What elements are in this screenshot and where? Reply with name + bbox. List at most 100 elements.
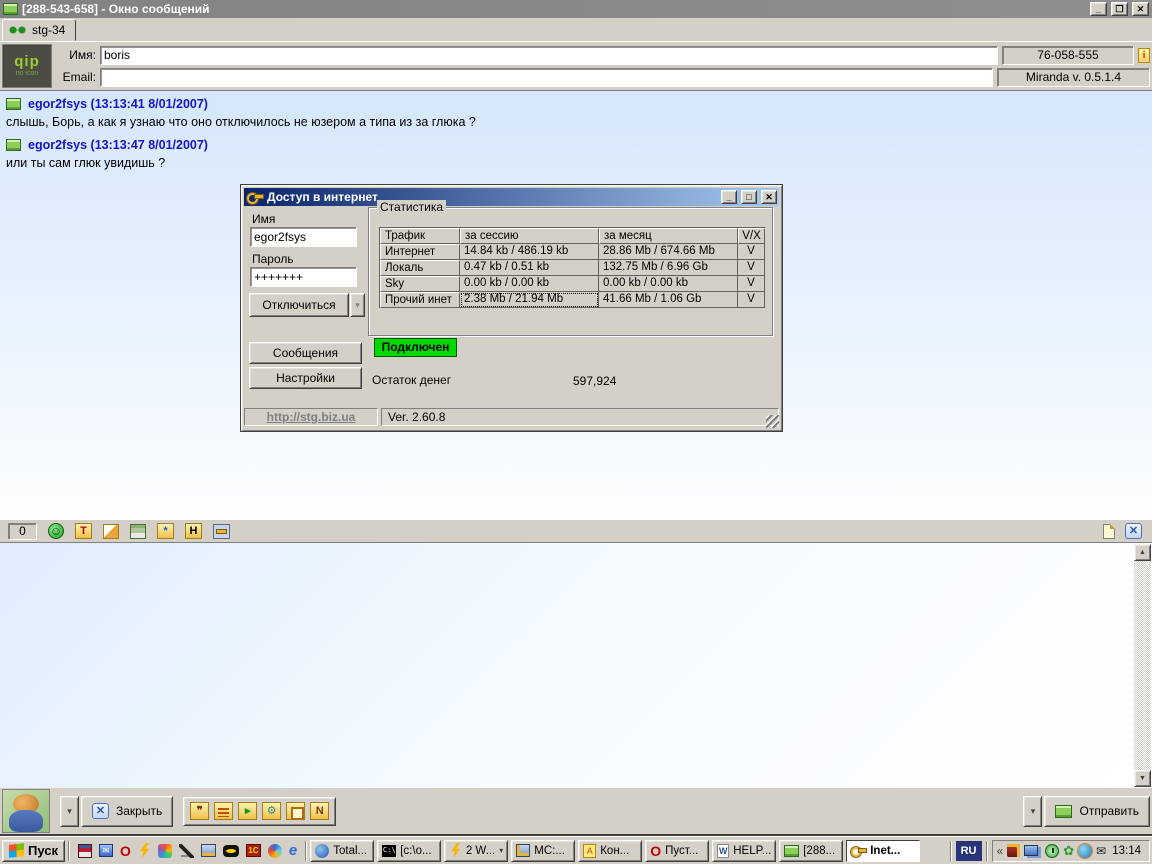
task-cmd[interactable]: C:\ [c:\o...	[377, 840, 441, 862]
traffic-flag[interactable]: V	[738, 260, 765, 276]
tray-update-icon[interactable]	[1078, 844, 1092, 858]
info-icon[interactable]: i	[1138, 48, 1150, 63]
task-inet-active[interactable]: Inet...	[846, 840, 920, 862]
winamp-launch-icon[interactable]	[138, 843, 151, 858]
input-scrollbar[interactable]: ▲ ▼	[1134, 544, 1151, 787]
color-fill-icon[interactable]	[103, 524, 119, 539]
dialog-maximize-button[interactable]: □	[741, 190, 757, 204]
media-player-launch-icon[interactable]	[268, 844, 282, 858]
close-button[interactable]: ✕	[1132, 2, 1149, 16]
dialog-close-button[interactable]: ✕	[761, 190, 777, 204]
close-tab-icon[interactable]: ✕	[1125, 523, 1142, 539]
language-indicator[interactable]: RU	[956, 841, 982, 861]
disconnect-button[interactable]: Отключиться	[249, 293, 349, 317]
resize-grip[interactable]	[766, 415, 779, 428]
quote-icon[interactable]: ❞	[190, 802, 209, 820]
email-field[interactable]	[100, 68, 993, 87]
wrench-settings-icon[interactable]: ⚙	[262, 802, 281, 820]
traffic-row-name[interactable]: Интернет	[380, 244, 460, 260]
outlook-launch-icon[interactable]: ✉	[99, 844, 113, 857]
smiley-icon[interactable]: ☺	[48, 523, 64, 539]
task-mc[interactable]: MC:...	[511, 840, 575, 862]
task-label: Total...	[333, 845, 367, 857]
settings-button[interactable]: Настройки	[249, 367, 362, 389]
char-counter: 0	[8, 523, 37, 540]
telescope-launch-icon[interactable]	[179, 844, 194, 858]
tray-app-icon[interactable]	[1007, 844, 1020, 857]
tab-stg-34[interactable]: stg-34	[2, 19, 76, 41]
send-button[interactable]: Отправить	[1044, 796, 1150, 827]
password-field[interactable]	[250, 267, 357, 287]
task-winamp-group[interactable]: 2 W... ▾	[444, 840, 508, 862]
dialog-title: Доступ в интернет	[267, 190, 378, 204]
traffic-row-name[interactable]: Sky	[380, 276, 460, 292]
email-label: Email:	[56, 70, 96, 84]
login-field[interactable]	[250, 227, 357, 247]
task-word-help[interactable]: W HELP...	[712, 840, 776, 862]
stg-link[interactable]: http://stg.biz.ua	[244, 408, 378, 426]
batman-launch-icon[interactable]	[223, 845, 239, 857]
journal-icon[interactable]	[286, 802, 305, 820]
tray-network-icon[interactable]	[1024, 845, 1038, 856]
minimize-button[interactable]: _	[1090, 2, 1107, 16]
templates-icon[interactable]	[214, 802, 233, 820]
tray-icq-icon[interactable]: ✿	[1063, 844, 1074, 858]
traffic-month-value: 41.66 Mb / 1.06 Gb	[599, 292, 738, 308]
name-field[interactable]	[100, 46, 998, 65]
send-window-icon[interactable]: ▸	[238, 802, 257, 820]
compose-actionbar: ▾ ✕ Закрыть ❞ ▸ ⚙ N ▾ Отправить	[0, 788, 1152, 836]
traffic-flag[interactable]: V	[738, 244, 765, 260]
close-dropdown-button[interactable]: ▾	[60, 796, 79, 827]
notes-icon[interactable]: N	[310, 802, 329, 820]
messages-button[interactable]: Сообщения	[249, 342, 362, 364]
contact-status-icon	[9, 24, 26, 36]
dialog-minimize-button[interactable]: _	[721, 190, 737, 204]
remote-admin-launch-icon[interactable]	[201, 844, 216, 857]
restore-button[interactable]: ❐	[1111, 2, 1128, 16]
asterisk-icon[interactable]: *	[157, 523, 174, 539]
message-1-header: egor2fsys (13:13:41 8/01/2007)	[28, 97, 208, 111]
opera-launch-icon[interactable]: O	[120, 844, 131, 858]
start-label: Пуск	[28, 843, 58, 858]
scroll-up-button[interactable]: ▲	[1134, 544, 1151, 561]
floppy-launch-icon[interactable]	[78, 844, 92, 858]
message-window: [288-543-658] - Окно сообщений _ ❐ ✕ stg…	[0, 0, 1152, 864]
traffic-flag[interactable]: V	[738, 292, 765, 308]
scroll-down-button[interactable]: ▼	[1134, 770, 1151, 787]
translit-key-icon[interactable]	[213, 524, 230, 539]
disconnect-dropdown-button[interactable]: ▾	[350, 293, 365, 317]
compose-toolbar: 0 ☺ T * H ✕	[0, 519, 1152, 542]
task-opera[interactable]: O Пуст...	[645, 840, 709, 862]
send-label: Отправить	[1079, 804, 1139, 818]
1c-launch-icon[interactable]: 1C	[246, 844, 261, 857]
task-console[interactable]: A Кон...	[578, 840, 642, 862]
start-button[interactable]: Пуск	[2, 840, 65, 862]
new-page-icon[interactable]	[1103, 524, 1115, 539]
close-chat-button[interactable]: ✕ Закрыть	[81, 796, 173, 827]
tray-scheduler-icon[interactable]	[1045, 844, 1059, 858]
incoming-message-icon	[6, 139, 21, 151]
tray-mail-icon[interactable]: ✉	[1096, 844, 1106, 858]
contact-fields: Имя: 76-058-555 i Email: Miranda v. 0.5.…	[56, 44, 1150, 88]
task-label: Пуст...	[665, 845, 698, 857]
send-dropdown-button[interactable]: ▾	[1023, 796, 1042, 827]
taskbar-separator	[68, 841, 70, 861]
save-icon[interactable]	[130, 524, 146, 539]
avatar: qip no icon	[2, 44, 52, 88]
traffic-table: Трафик за сессию за месяц V/X Интернет 1…	[379, 227, 765, 308]
task-total-commander[interactable]: Total...	[310, 840, 374, 862]
message-input[interactable]: ▲ ▼	[0, 542, 1152, 788]
taskbar-right: RU « ✿ ✉ 13:14	[950, 840, 1150, 862]
opera-icon: O	[650, 844, 661, 858]
tray-clock: 13:14	[1110, 845, 1145, 857]
traffic-row-name[interactable]: Локаль	[380, 260, 460, 276]
traffic-flag[interactable]: V	[738, 276, 765, 292]
traffic-row-name[interactable]: Прочий инет	[380, 292, 460, 308]
task-buttons: Total... C:\ [c:\o... 2 W... ▾ MC:... A …	[310, 840, 920, 862]
ie-launch-icon[interactable]: e	[289, 844, 297, 858]
tray-chevron-icon[interactable]: «	[997, 844, 1004, 858]
font-icon[interactable]: T	[75, 523, 92, 539]
history-icon[interactable]: H	[185, 523, 202, 539]
media-launch-icon[interactable]	[158, 844, 172, 858]
task-message-window[interactable]: [288...	[779, 840, 843, 862]
